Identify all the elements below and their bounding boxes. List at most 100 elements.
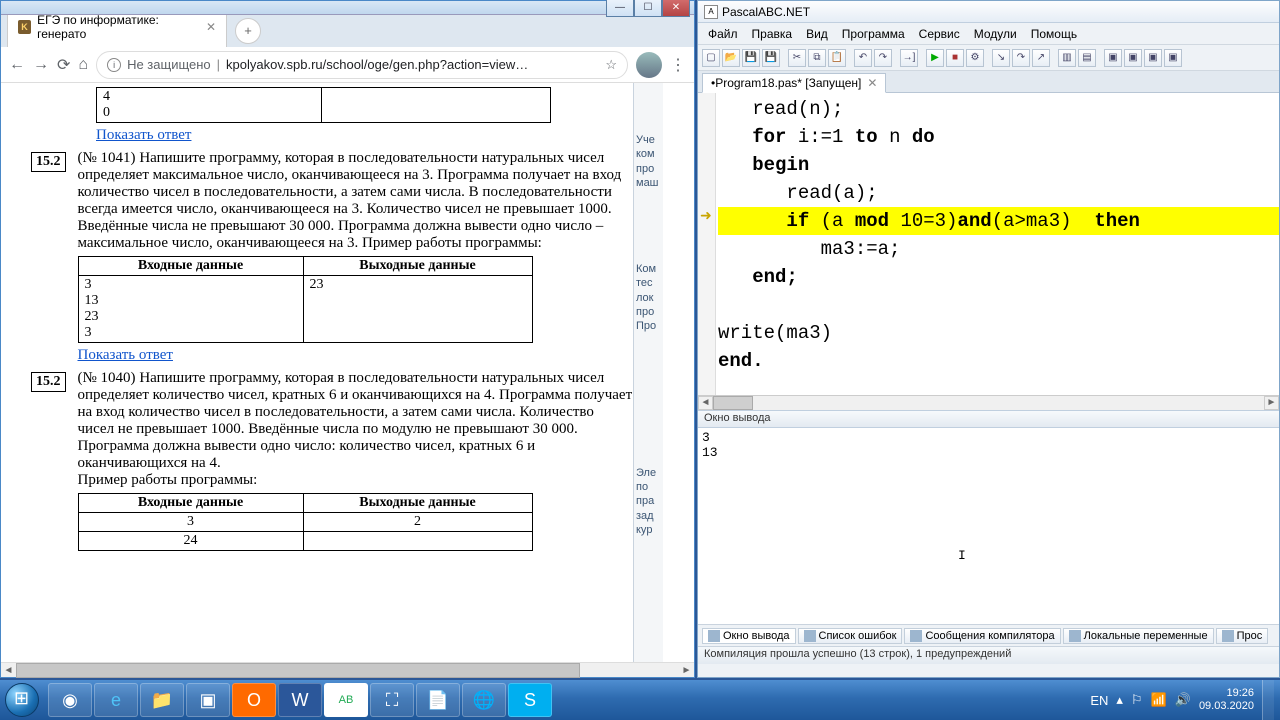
menu-modules[interactable]: Модули — [968, 25, 1023, 43]
tab-title: ЕГЭ по информатике: генерато — [37, 13, 200, 41]
taskbar-item[interactable]: 📄 — [416, 683, 460, 717]
windows-taskbar: ◉ e 📁 ▣ O W AB ⛶ 📄 🌐 S EN ▴ ⚐ 📶 🔊 19:26 … — [0, 680, 1280, 720]
menu-program[interactable]: Программа — [836, 25, 911, 43]
output-panel[interactable]: 3 13I — [698, 428, 1279, 624]
code-body[interactable]: read(n); for i:=1 to n do begin read(a);… — [716, 93, 1279, 395]
taskbar-item[interactable]: W — [278, 683, 322, 717]
lang-indicator[interactable]: EN — [1090, 693, 1108, 708]
taskbar-item[interactable]: O — [232, 683, 276, 717]
task-number: 15.2 — [31, 372, 66, 392]
address-bar[interactable]: i Не защищено | kpolyakov.spb.ru/school/… — [96, 51, 628, 79]
task-text: Напишите программу, которая в последоват… — [78, 370, 633, 471]
show-desktop-button[interactable] — [1262, 680, 1274, 720]
menu-service[interactable]: Сервис — [913, 25, 966, 43]
open-file-icon[interactable]: 📂 — [722, 49, 740, 67]
new-file-icon[interactable]: ▢ — [702, 49, 720, 67]
menu-help[interactable]: Помощь — [1025, 25, 1083, 43]
window4-icon[interactable]: ▣ — [1164, 49, 1182, 67]
bottom-panel-tabs: Окно вывода Список ошибок Сообщения комп… — [698, 624, 1279, 646]
reload-button[interactable]: ⟳ — [57, 55, 70, 75]
editor-hscrollbar[interactable]: ◄► — [698, 395, 1279, 410]
action-center-icon[interactable]: ⚐ — [1131, 692, 1143, 708]
bookmark-star-icon[interactable]: ☆ — [605, 57, 617, 73]
example-table: Входные данныеВыходные данные 3 13 23 32… — [78, 256, 533, 343]
tab-watch[interactable]: Прос — [1216, 628, 1269, 644]
run-icon[interactable]: ▶ — [926, 49, 944, 67]
save-icon[interactable]: 💾 — [742, 49, 760, 67]
gutter: ➜ — [698, 93, 716, 395]
compile-icon[interactable]: ⚙ — [966, 49, 984, 67]
step-into-icon[interactable]: ↘ — [992, 49, 1010, 67]
profile-avatar[interactable] — [636, 52, 662, 78]
side-column-peek: Уче ком про маш Ком тес лок про Про Эле … — [633, 83, 663, 662]
menu-file[interactable]: Файл — [702, 25, 744, 43]
page-content: 40 Показать ответ 15.2 (№ 1041) Напишите… — [1, 83, 633, 662]
network-icon[interactable]: 📶 — [1151, 692, 1167, 708]
redo-icon[interactable]: ↷ — [874, 49, 892, 67]
panel2-icon[interactable]: ▤ — [1078, 49, 1096, 67]
cut-icon[interactable]: ✂ — [788, 49, 806, 67]
volume-icon[interactable]: 🔊 — [1175, 692, 1191, 708]
undo-icon[interactable]: ↶ — [854, 49, 872, 67]
taskbar-items: ◉ e 📁 ▣ O W AB ⛶ 📄 🌐 S — [48, 683, 552, 717]
clock[interactable]: 19:26 09.03.2020 — [1199, 687, 1254, 713]
start-button[interactable] — [0, 680, 44, 720]
tab-compiler[interactable]: Сообщения компилятора — [904, 628, 1060, 644]
tray-chevron-icon[interactable]: ▴ — [1116, 692, 1123, 708]
taskbar-item[interactable]: ◉ — [48, 683, 92, 717]
new-tab-button[interactable]: + — [235, 18, 261, 44]
stop-icon[interactable]: ■ — [946, 49, 964, 67]
task-ref: (№ 1040) — [78, 370, 136, 386]
pascal-ide-window: A PascalABC.NET Файл Правка Вид Программ… — [697, 0, 1280, 678]
back-button[interactable]: ← — [9, 56, 25, 74]
copy-icon[interactable]: ⧉ — [808, 49, 826, 67]
taskbar-item[interactable]: AB — [324, 683, 368, 717]
code-editor[interactable]: ➜ read(n); for i:=1 to n do begin read(a… — [698, 93, 1279, 395]
app-icon: A — [704, 5, 718, 19]
menu-edit[interactable]: Правка — [746, 25, 799, 43]
tab-close-icon[interactable]: ✕ — [867, 76, 877, 90]
tab-output[interactable]: Окно вывода — [702, 628, 796, 644]
taskbar-item[interactable]: 📁 — [140, 683, 184, 717]
home-button[interactable]: ⌂ — [78, 56, 88, 74]
browser-titlebar: — ☐ ✕ — [1, 1, 694, 15]
output-panel-header: Окно вывода — [698, 410, 1279, 428]
panel1-icon[interactable]: ▥ — [1058, 49, 1076, 67]
editor-tab[interactable]: •Program18.pas* [Запущен] ✕ — [702, 73, 886, 93]
errors-icon — [804, 630, 816, 642]
ide-statusbar: Компиляция прошла успешно (13 строк), 1 … — [698, 646, 1279, 664]
step-over-icon[interactable]: ↷ — [1012, 49, 1030, 67]
close-button[interactable]: ✕ — [662, 0, 690, 17]
tab-locals[interactable]: Локальные переменные — [1063, 628, 1214, 644]
paste-icon[interactable]: 📋 — [828, 49, 846, 67]
maximize-button[interactable]: ☐ — [634, 0, 662, 17]
windows-orb-icon — [5, 683, 39, 717]
site-info-icon[interactable]: i — [107, 58, 121, 72]
save-all-icon[interactable]: 💾 — [762, 49, 780, 67]
show-answer-link[interactable]: Показать ответ — [96, 127, 191, 143]
favicon-icon: K — [18, 20, 31, 34]
window2-icon[interactable]: ▣ — [1124, 49, 1142, 67]
forward-button[interactable]: → — [33, 56, 49, 74]
minimize-button[interactable]: — — [606, 0, 634, 17]
taskbar-item[interactable]: S — [508, 683, 552, 717]
taskbar-item[interactable]: e — [94, 683, 138, 717]
tab-close-icon[interactable]: ✕ — [206, 20, 216, 34]
output-icon — [708, 630, 720, 642]
menu-view[interactable]: Вид — [800, 25, 834, 43]
taskbar-item[interactable]: ▣ — [186, 683, 230, 717]
menu-kebab-icon[interactable]: ⋮ — [670, 55, 686, 75]
window1-icon[interactable]: ▣ — [1104, 49, 1122, 67]
clock-time: 19:26 — [1199, 687, 1254, 700]
show-answer-link[interactable]: Показать ответ — [78, 347, 173, 363]
taskbar-item[interactable]: ⛶ — [370, 683, 414, 717]
task-ref: (№ 1041) — [78, 150, 136, 166]
step-out-icon[interactable]: ↗ — [1032, 49, 1050, 67]
ide-titlebar: A PascalABC.NET — [698, 1, 1279, 23]
goto-icon[interactable]: →] — [900, 49, 918, 67]
taskbar-item[interactable]: 🌐 — [462, 683, 506, 717]
window3-icon[interactable]: ▣ — [1144, 49, 1162, 67]
top-partial-table: 40 — [96, 87, 551, 123]
tab-errors[interactable]: Список ошибок — [798, 628, 903, 644]
browser-hscrollbar[interactable]: ◄► — [1, 662, 694, 677]
